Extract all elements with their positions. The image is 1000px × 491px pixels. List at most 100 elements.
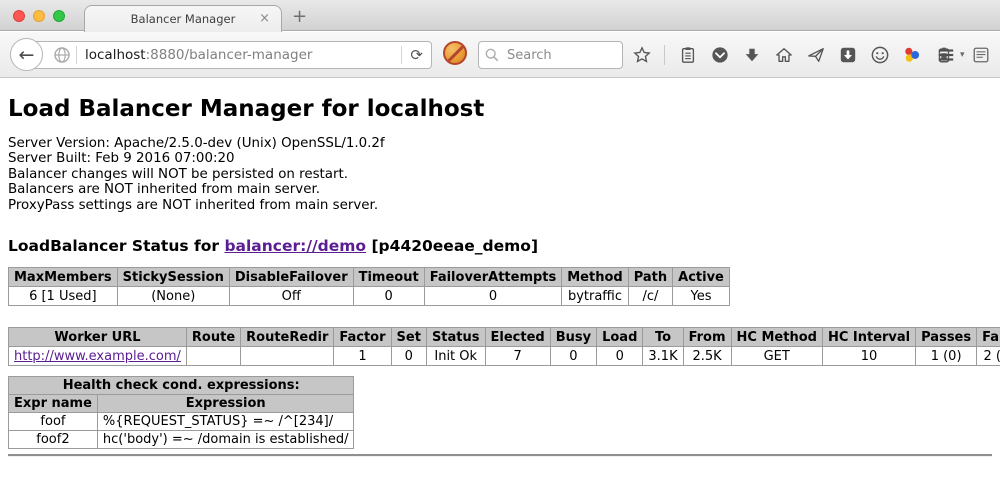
column-header: MaxMembers <box>9 268 118 287</box>
send-plane-icon[interactable] <box>806 46 825 65</box>
colored-dots-extension-icon[interactable] <box>902 46 921 65</box>
column-header: Load <box>597 328 643 347</box>
toolbar-icons: ▾ <box>632 41 965 69</box>
column-header: Timeout <box>353 268 424 287</box>
status-prefix: LoadBalancer Status for <box>8 237 224 255</box>
set-cell: 0 <box>391 347 426 366</box>
disablefailover-cell: Off <box>229 287 353 306</box>
column-header: StickySession <box>117 268 229 287</box>
download-icon[interactable] <box>742 46 761 65</box>
table-header-row: Expr name Expression <box>9 395 354 413</box>
column-header: FailoverAttempts <box>424 268 562 287</box>
table-title-row: Health check cond. expressions: <box>9 377 354 395</box>
column-header: Elected <box>485 328 550 347</box>
column-header: Worker URL <box>9 328 187 347</box>
table-header-row: MaxMembers StickySession DisableFailover… <box>9 268 730 287</box>
table-row: 6 [1 Used] (None) Off 0 0 bytraffic /c/ … <box>9 287 730 306</box>
browser-tab[interactable]: Balancer Manager × <box>84 5 282 32</box>
url-separator <box>76 46 77 64</box>
page-title: Load Balancer Manager for localhost <box>8 96 992 122</box>
column-header: Passes <box>916 328 977 347</box>
persist-note-line: Balancer changes will NOT be persisted o… <box>8 167 992 182</box>
menu-group <box>936 41 990 69</box>
worker-url-link[interactable]: http://www.example.com/ <box>14 349 181 364</box>
column-header: HC Method <box>731 328 822 347</box>
to-cell: 3.1K <box>643 347 683 366</box>
route-cell <box>186 347 240 366</box>
minimize-window-button[interactable] <box>33 10 45 22</box>
search-icon[interactable] <box>485 48 499 62</box>
active-cell: Yes <box>673 287 730 306</box>
path-cell: /c/ <box>628 287 672 306</box>
failoverattempts-cell: 0 <box>424 287 562 306</box>
passes-cell: 1 (0) <box>916 347 977 366</box>
from-cell: 2.5K <box>683 347 731 366</box>
back-button[interactable]: ← <box>10 38 43 71</box>
page-content: Load Balancer Manager for localhost Serv… <box>0 79 1000 491</box>
column-header: Route <box>186 328 240 347</box>
column-header: RouteRedir <box>241 328 334 347</box>
url-bar[interactable]: localhost:8880/balancer-manager ⟳ <box>27 41 432 69</box>
browser-window: Balancer Manager × + ← localhost:8880/ba… <box>0 0 1000 491</box>
addon-download-icon[interactable] <box>838 46 857 65</box>
globe-icon[interactable] <box>54 47 70 63</box>
bookmark-star-icon[interactable] <box>632 46 651 65</box>
hc-interval-cell: 10 <box>822 347 915 366</box>
url-path: :8880/balancer-manager <box>146 47 313 63</box>
column-header: HC Interval <box>822 328 915 347</box>
url-host: localhost <box>85 47 146 63</box>
column-header: Expr name <box>9 395 98 413</box>
back-arrow-icon: ← <box>19 44 35 66</box>
reading-list-icon[interactable] <box>678 46 697 65</box>
search-bar[interactable] <box>478 41 623 69</box>
balancer-link[interactable]: balancer://demo <box>224 237 366 255</box>
tab-title: Balancer Manager <box>131 12 236 26</box>
method-cell: bytraffic <box>562 287 628 306</box>
column-header: DisableFailover <box>229 268 353 287</box>
loadbalancer-status-heading: LoadBalancer Status for balancer://demo … <box>8 237 992 255</box>
maxmembers-cell: 6 [1 Used] <box>9 287 118 306</box>
column-header: To <box>643 328 683 347</box>
table-row: foof2 hc('body') =~ /domain is establish… <box>9 431 354 449</box>
close-window-button[interactable] <box>13 10 25 22</box>
content-blocked-icon[interactable] <box>443 41 467 65</box>
navigation-toolbar: ← localhost:8880/balancer-manager ⟳ <box>0 32 1000 78</box>
busy-cell: 0 <box>550 347 596 366</box>
stickysession-cell: (None) <box>117 287 229 306</box>
tab-close-icon[interactable]: × <box>259 11 270 26</box>
worker-table: Worker URL Route RouteRedir Factor Set S… <box>8 327 1000 366</box>
pocket-icon[interactable] <box>710 46 729 65</box>
column-header: Active <box>673 268 730 287</box>
expr-name-cell: foof <box>9 413 98 431</box>
column-header: Status <box>426 328 485 347</box>
factor-cell: 1 <box>334 347 391 366</box>
column-header: From <box>683 328 731 347</box>
inherit-note-line: Balancers are NOT inherited from main se… <box>8 182 992 197</box>
column-header: Method <box>562 268 628 287</box>
expression-cell: %{REQUEST_STATUS} =~ /^[234]/ <box>97 413 354 431</box>
timeout-cell: 0 <box>353 287 424 306</box>
new-tab-button[interactable]: + <box>292 6 307 27</box>
notes-grid-icon[interactable] <box>971 46 990 65</box>
traffic-lights <box>13 10 65 22</box>
chat-smiley-icon[interactable] <box>870 46 889 65</box>
column-header: Set <box>391 328 426 347</box>
address-text[interactable]: localhost:8880/balancer-manager <box>85 47 401 63</box>
server-version-line: Server Version: Apache/2.5.0-dev (Unix) … <box>8 136 992 151</box>
bottom-divider <box>8 454 992 457</box>
zoom-window-button[interactable] <box>53 10 65 22</box>
health-check-table: Health check cond. expressions: Expr nam… <box>8 376 354 449</box>
reload-icon[interactable]: ⟳ <box>410 46 423 64</box>
hamburger-menu-icon[interactable] <box>936 46 955 65</box>
column-header: Busy <box>550 328 596 347</box>
titlebar: Balancer Manager × + <box>0 0 1000 31</box>
load-cell: 0 <box>597 347 643 366</box>
toolbar-separator <box>664 45 665 65</box>
home-icon[interactable] <box>774 46 793 65</box>
server-info: Server Version: Apache/2.5.0-dev (Unix) … <box>8 136 992 213</box>
status-suffix: [p4420eeae_demo] <box>366 237 538 255</box>
elected-cell: 7 <box>485 347 550 366</box>
search-input[interactable] <box>505 47 616 64</box>
column-header: Factor <box>334 328 391 347</box>
fails-cell: 2 (0) <box>977 347 1000 366</box>
